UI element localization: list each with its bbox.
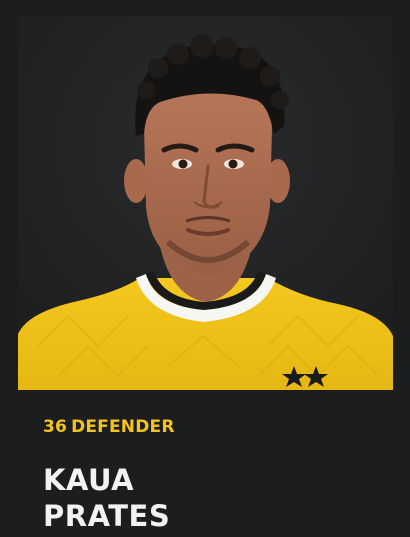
player-number: 36 xyxy=(43,417,68,437)
player-last-name: PRATES xyxy=(43,499,171,533)
player-meta: 36 DEFENDER xyxy=(43,417,175,437)
player-portrait-image xyxy=(18,16,393,390)
player-first-name: KAUA xyxy=(43,463,135,497)
player-name[interactable]: KAUA PRATES xyxy=(43,462,170,534)
player-card[interactable]: 36 DEFENDER KAUA PRATES xyxy=(0,0,410,537)
player-position: DEFENDER xyxy=(71,417,175,437)
player-photo xyxy=(18,16,393,390)
